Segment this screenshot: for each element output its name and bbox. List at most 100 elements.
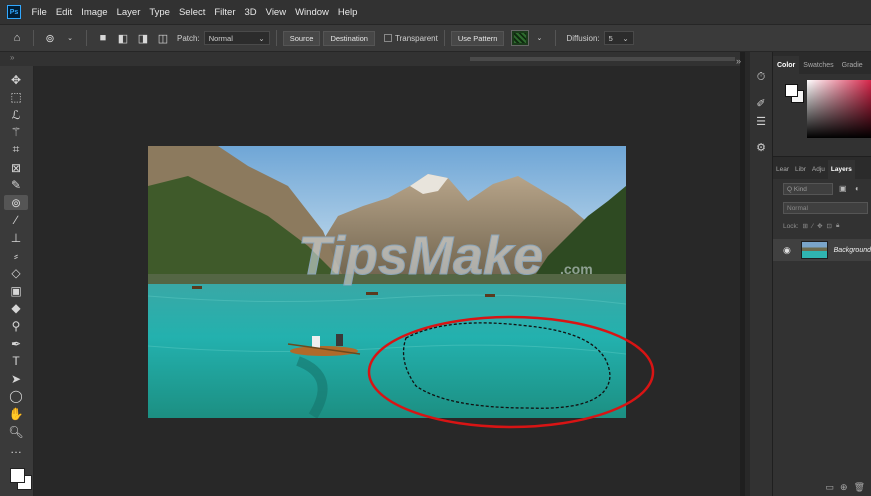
foreground-color-swatch[interactable] <box>10 468 25 483</box>
menu-help[interactable]: Help <box>333 7 362 18</box>
tab-color[interactable]: Color <box>773 56 800 74</box>
chevron-down-icon: ⌄ <box>258 33 265 43</box>
folder-icon[interactable]: ▭ <box>826 482 835 493</box>
lock-position-icon[interactable]: ✥ <box>817 222 822 230</box>
menu-bar: Ps File Edit Image Layer Type Select Fil… <box>0 0 871 24</box>
brush-tool-icon[interactable]: ∕ <box>4 213 28 228</box>
add-selection-icon[interactable]: ◧ <box>116 31 130 45</box>
options-bar: ⌂ ⊚ ⌄ ■ ◧ ◨ ◫ Patch: Normal ⌄ Source Des… <box>0 24 871 52</box>
adjustments-icon[interactable]: ☰ <box>754 114 768 128</box>
blur-tool-icon[interactable]: ◆ <box>4 301 28 316</box>
brush-settings-icon[interactable]: ✐ <box>754 96 768 110</box>
color-panel-tabs: Color Swatches Gradie <box>773 52 871 74</box>
chevron-down-icon: ⌄ <box>622 33 629 43</box>
layer-row-background[interactable]: ◉ Background <box>773 239 871 261</box>
home-icon[interactable]: ⌂ <box>10 31 24 45</box>
menu-window[interactable]: Window <box>291 7 334 18</box>
type-tool-icon[interactable]: T <box>4 354 28 369</box>
layers-panel-footer: ▭ ⊕ 🗑︎ <box>773 478 871 496</box>
history-panel-icon[interactable]: ⏱ <box>754 70 768 84</box>
chevron-down-icon[interactable]: ⌄ <box>532 31 546 45</box>
color-panel-swatches[interactable] <box>785 84 804 103</box>
history-brush-tool-icon[interactable]: ⸗ <box>4 248 28 263</box>
options-divider <box>33 30 34 46</box>
lock-brush-icon[interactable]: ∕ <box>812 223 813 230</box>
menu-type[interactable]: Type <box>145 7 175 18</box>
patch-mode-select[interactable]: Normal ⌄ <box>203 31 270 45</box>
blend-mode-select[interactable]: Normal <box>783 202 868 214</box>
source-button[interactable]: Source <box>282 30 321 46</box>
menu-filter[interactable]: Filter <box>210 7 240 18</box>
menu-select[interactable]: Select <box>174 7 209 18</box>
right-panels: Color Swatches Gradie Lear Libr Adju Lay… <box>773 52 871 496</box>
layer-name: Background <box>833 246 871 254</box>
patch-tool-icon[interactable]: ⊚ <box>4 195 28 211</box>
eraser-tool-icon[interactable]: ◇ <box>4 266 28 281</box>
stamp-tool-icon[interactable]: ⊥ <box>4 230 28 245</box>
menu-3d[interactable]: 3D <box>240 7 261 18</box>
panel-divider[interactable] <box>740 52 745 496</box>
diffusion-select[interactable]: 5 ⌄ <box>603 31 634 45</box>
lock-pixels-icon[interactable]: ⊞ <box>803 222 808 230</box>
new-selection-icon[interactable]: ■ <box>96 31 110 45</box>
diffusion-value: 5 <box>608 33 613 43</box>
layer-kind-filter[interactable]: Q Kind <box>783 183 833 195</box>
destination-button[interactable]: Destination <box>323 30 375 46</box>
collapse-handle-icon[interactable]: » <box>10 53 15 62</box>
adjustment-filter-icon[interactable]: ◐ <box>855 184 865 194</box>
dodge-tool-icon[interactable]: ⚲ <box>4 318 28 333</box>
foreground-color-swatch[interactable] <box>785 84 798 97</box>
image-filter-icon[interactable]: ▣ <box>839 184 849 194</box>
foreground-background-swatches[interactable] <box>10 468 32 490</box>
frame-tool-icon[interactable]: ⊠ <box>4 160 28 175</box>
move-tool-icon[interactable]: ✥ <box>4 72 28 87</box>
path-select-tool-icon[interactable]: ➤ <box>4 371 28 386</box>
menu-edit[interactable]: Edit <box>51 7 76 18</box>
shape-tool-icon[interactable]: ◯ <box>4 389 28 404</box>
options-divider <box>443 30 445 46</box>
layers-panel-tabs: Lear Libr Adju Layers <box>773 156 871 179</box>
eyedropper-tool-icon[interactable]: ✎ <box>4 178 28 193</box>
trash-icon[interactable]: 🗑︎ <box>854 482 865 493</box>
tab-learn[interactable]: Lear <box>773 166 792 179</box>
properties-panel-icon[interactable]: ⚙ <box>754 140 768 154</box>
more-tools-icon[interactable]: … <box>4 442 28 457</box>
tools-panel: ✥ ⬚ ℒ ⚚ ⌗ ⊠ ✎ ⊚ ∕ ⊥ ⸗ ◇ ▣ ◆ ⚲ ✒ T ➤ ◯ ✋ 🔍︎ … <box>0 66 34 496</box>
tab-gradients[interactable]: Gradie <box>838 62 867 74</box>
blend-mode-row: Normal <box>773 199 871 217</box>
tab-layers[interactable]: Layers <box>827 160 855 179</box>
pen-tool-icon[interactable]: ✒ <box>4 336 28 351</box>
lock-all-icon[interactable]: 🔒︎ <box>836 222 839 230</box>
lock-artboard-icon[interactable]: ⊡ <box>827 222 832 230</box>
chevron-down-icon[interactable]: ⌄ <box>63 31 77 45</box>
tab-scrollbar[interactable] <box>470 57 735 61</box>
menu-layer[interactable]: Layer <box>112 7 145 18</box>
collapse-panels-icon[interactable]: » <box>736 56 741 66</box>
menu-view[interactable]: View <box>261 7 290 18</box>
hand-tool-icon[interactable]: ✋ <box>4 406 28 421</box>
photoshop-logo[interactable]: Ps <box>7 5 21 19</box>
transparent-checkbox[interactable]: Transparent <box>383 34 438 43</box>
pattern-swatch[interactable] <box>511 30 530 46</box>
magic-wand-tool-icon[interactable]: ⚚ <box>4 125 28 140</box>
tab-swatches[interactable]: Swatches <box>799 62 837 74</box>
crop-tool-icon[interactable]: ⌗ <box>4 142 28 157</box>
marquee-tool-icon[interactable]: ⬚ <box>4 90 28 105</box>
menu-image[interactable]: Image <box>77 7 112 18</box>
tab-adjustments[interactable]: Adju <box>809 166 828 179</box>
gradient-tool-icon[interactable]: ▣ <box>4 283 28 298</box>
zoom-tool-icon[interactable]: 🔍︎ <box>4 424 28 439</box>
lasso-tool-icon[interactable]: ℒ <box>4 107 28 122</box>
eye-icon[interactable]: ◉ <box>783 245 795 256</box>
intersect-selection-icon[interactable]: ◫ <box>156 31 170 45</box>
watermark-text: TipsMake <box>298 226 543 286</box>
rowboat <box>290 346 358 356</box>
options-divider <box>86 30 87 46</box>
tab-libraries[interactable]: Libr <box>792 166 809 179</box>
new-layer-icon[interactable]: ⊕ <box>840 482 848 493</box>
subtract-selection-icon[interactable]: ◨ <box>136 31 150 45</box>
use-pattern-button[interactable]: Use Pattern <box>450 30 505 46</box>
color-picker-field[interactable] <box>807 80 871 138</box>
menu-file[interactable]: File <box>27 7 51 18</box>
tool-preset-icon[interactable]: ⊚ <box>43 31 57 45</box>
